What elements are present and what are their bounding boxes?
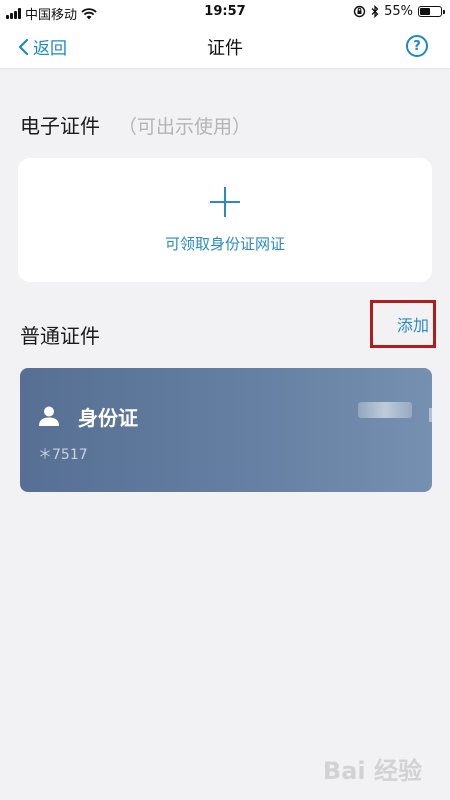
help-icon[interactable]: ? <box>406 35 428 57</box>
battery-percent: 55% <box>384 4 413 19</box>
id-card-title: 身份证 <box>78 406 138 430</box>
nav-bar: 返回 证件 ? <box>0 24 450 69</box>
electronic-subtitle: （可出示使用） <box>118 116 252 138</box>
card-edge <box>429 408 432 422</box>
status-bar: 中国移动 19:57 55% <box>0 0 450 24</box>
watermark: Bai 经验 <box>322 757 422 785</box>
battery-fill <box>420 8 430 15</box>
help-label: ? <box>413 38 421 54</box>
status-right: 55% <box>353 4 445 19</box>
electronic-section-title: 电子证件 （可出示使用） <box>20 110 251 139</box>
electronic-title: 电子证件 <box>20 114 100 138</box>
masked-info <box>358 402 412 418</box>
id-card[interactable]: 身份证 ＊7517 <box>20 368 432 492</box>
normal-section-title: 普通证件 <box>20 324 100 348</box>
id-card-number: ＊7517 <box>38 447 88 463</box>
orientation-lock-icon <box>353 5 366 18</box>
plus-icon <box>210 186 240 217</box>
person-icon <box>39 406 59 426</box>
claim-id-network-card[interactable]: 可领取身份证网证 <box>18 158 432 282</box>
add-button[interactable]: 添加 <box>370 300 436 348</box>
battery-icon <box>418 6 445 17</box>
page-title: 证件 <box>207 38 243 59</box>
bluetooth-icon <box>371 5 379 18</box>
add-label: 添加 <box>396 316 429 335</box>
claim-id-network-label: 可领取身份证网证 <box>164 234 285 253</box>
